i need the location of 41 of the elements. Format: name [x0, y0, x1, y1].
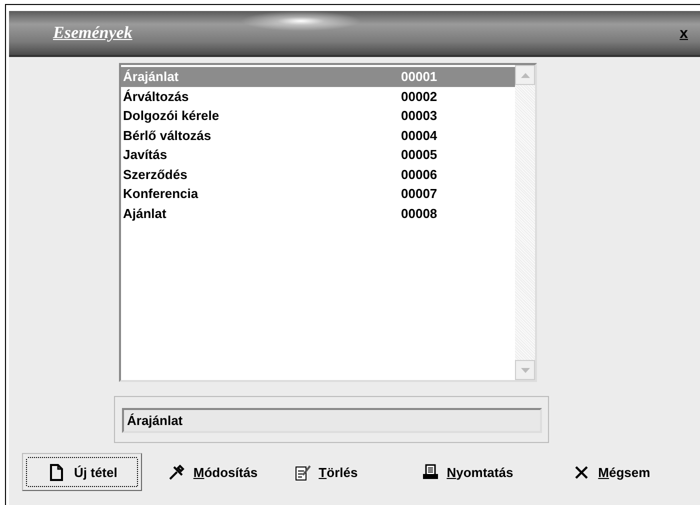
- toolbar-button[interactable]: Törlés: [280, 453, 372, 491]
- down-arrow-icon: [520, 368, 530, 372]
- list-row[interactable]: Árváltozás 00002: [121, 86, 515, 106]
- code-cell-text: 00007: [401, 186, 438, 202]
- notepad-icon: [294, 464, 311, 480]
- code-cell-text: 00003: [401, 108, 438, 124]
- name-cell-text: Árajánlat: [123, 69, 180, 84]
- close-icon: [573, 464, 590, 480]
- code-cell-text: 00002: [401, 88, 438, 104]
- code-cell-text: 00004: [401, 128, 438, 143]
- name-cell-text: Dolgozói kérele: [123, 108, 220, 124]
- list-row[interactable]: Bérlő változás 00004: [121, 126, 515, 145]
- list-row[interactable]: Szerződés 00006: [121, 164, 515, 184]
- list-row[interactable]: Javítás 00005: [121, 145, 515, 164]
- tools-icon: [168, 464, 186, 480]
- toolbar-button[interactable]: Új tétel: [22, 453, 142, 491]
- text-field[interactable]: Árajánlat: [122, 408, 542, 433]
- printer-icon: [422, 464, 439, 480]
- name-cell-text: Ajánlat: [123, 206, 168, 221]
- scrollbar[interactable]: [515, 65, 535, 380]
- name-cell-text: Javítás: [123, 147, 168, 162]
- up-arrow-icon: [520, 72, 530, 78]
- window-title: Események: [53, 23, 132, 43]
- toolbar-button[interactable]: Mégsem: [559, 453, 664, 491]
- code-cell-text: 00008: [401, 206, 438, 221]
- toolbar-button[interactable]: Módosítás: [154, 453, 272, 491]
- list-row[interactable]: Dolgozói kérele 00003: [121, 106, 515, 126]
- code-cell-text: 00005: [401, 147, 438, 162]
- scroll-down-button[interactable]: [515, 360, 535, 380]
- scroll-up-button[interactable]: [515, 65, 535, 85]
- name-cell-text: Szerződés: [123, 166, 188, 182]
- list-row[interactable]: Konferencia 00007: [121, 184, 515, 204]
- code-cell-text: 00006: [401, 166, 438, 182]
- toolbar-button[interactable]: Nyomtatás: [408, 453, 528, 491]
- name-cell-text: Bérlő változás: [123, 128, 212, 143]
- code-cell-text: 00001: [401, 69, 438, 84]
- name-cell-text: Árváltozás: [123, 88, 190, 104]
- close-button[interactable]: x: [680, 24, 688, 42]
- page-icon: [49, 464, 66, 480]
- name-cell-text: Konferencia: [123, 186, 200, 202]
- list-row[interactable]: Ajánlat 00008: [121, 204, 515, 223]
